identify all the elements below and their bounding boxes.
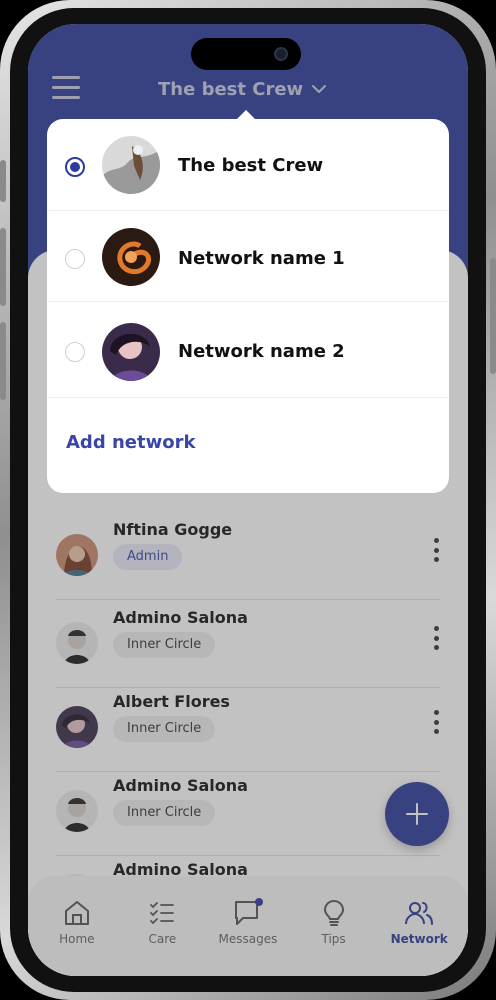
network-option[interactable]: Network name 1 (47, 212, 449, 302)
network-dropdown: The best Crew Network name 1 Network nam… (47, 119, 449, 493)
avatar (102, 323, 160, 381)
radio-unselected[interactable] (65, 249, 85, 269)
camera-icon (274, 47, 288, 61)
network-name: Network name 2 (178, 341, 345, 362)
radio-selected[interactable] (65, 157, 85, 177)
network-name: Network name 1 (178, 248, 345, 269)
power-button (490, 258, 496, 374)
avatar (102, 228, 160, 286)
avatar (102, 136, 160, 194)
add-network-link[interactable]: Add network (66, 432, 195, 453)
network-name: The best Crew (178, 155, 324, 176)
radio-unselected[interactable] (65, 342, 85, 362)
camera-notch (191, 38, 301, 70)
volume-up-button (0, 228, 6, 306)
mute-switch (0, 160, 6, 202)
volume-down-button (0, 322, 6, 400)
network-option[interactable]: Network name 2 (47, 303, 449, 398)
network-option[interactable]: The best Crew (47, 119, 449, 211)
app-screen: The best Crew Nftina Gogge Admin Admino … (28, 24, 468, 976)
